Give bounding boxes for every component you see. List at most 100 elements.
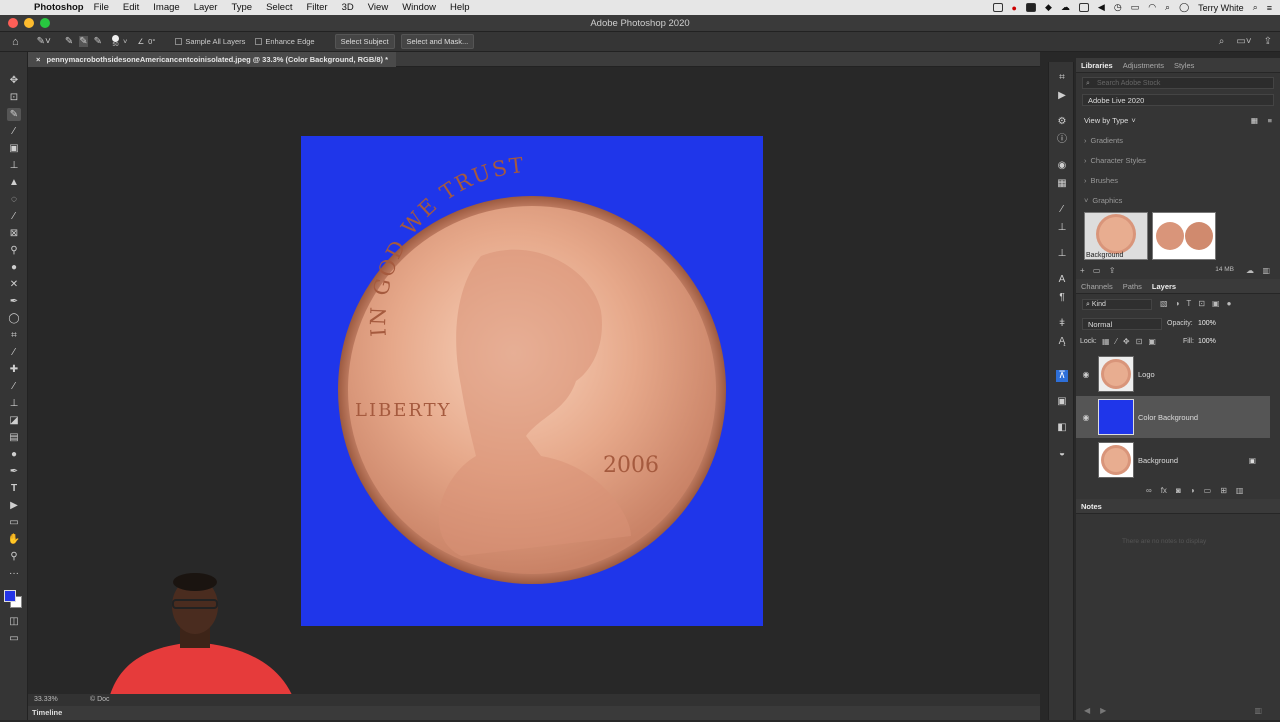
filter-pixel-icon[interactable]: ▧	[1160, 299, 1168, 308]
brushes-icon[interactable]: ⁄	[1056, 204, 1068, 216]
menu-app-name[interactable]: Photoshop	[34, 2, 84, 13]
tab-paths[interactable]: Paths	[1123, 282, 1142, 291]
camera-icon[interactable]	[1025, 3, 1036, 12]
fill-value[interactable]: 100%	[1198, 338, 1216, 345]
enhance-edge-checkbox[interactable]	[255, 38, 263, 45]
visibility-eye-icon[interactable]: ◉	[1076, 370, 1096, 379]
move-tool-icon[interactable]: ✥	[7, 74, 21, 87]
paint-brush-tool-icon[interactable]: ⁄	[7, 380, 21, 393]
ellipse-marquee-tool-icon[interactable]: ◌	[7, 193, 21, 206]
graphic-thumb-background[interactable]: Background	[1084, 212, 1148, 260]
layers-comp-icon[interactable]: ▣	[1056, 396, 1068, 408]
sample-all-layers-option[interactable]: Sample All Layers	[175, 37, 245, 46]
stock-search-input[interactable]: ⌕ Search Adobe Stock	[1082, 77, 1274, 89]
lock-artboard-icon[interactable]: ⊡	[1136, 337, 1143, 346]
link-layers-icon[interactable]: ∞	[1146, 486, 1152, 495]
dodge-tool-icon[interactable]: ●	[7, 448, 21, 461]
select-subject-button[interactable]: Select Subject	[334, 34, 395, 49]
enhance-edge-option[interactable]: Enhance Edge	[255, 37, 315, 46]
warp-tool-icon[interactable]: ✕	[7, 278, 21, 291]
rectangle-tool-icon[interactable]: ▭	[7, 516, 21, 529]
wifi-icon[interactable]: ◠	[1148, 2, 1156, 13]
eyedropper2-tool-icon[interactable]: ⁄	[7, 346, 21, 359]
lasso-tool-icon[interactable]: ◯	[7, 312, 21, 325]
layer-row-logo[interactable]: ◉ Logo	[1076, 353, 1270, 395]
search-icon[interactable]: ⌕	[1165, 2, 1170, 13]
artboard-tool-icon[interactable]: ⊡	[7, 91, 21, 104]
angle-input[interactable]: 0°	[148, 37, 155, 46]
home-icon[interactable]: ⌂	[12, 36, 19, 48]
adjustment-layer-icon[interactable]: ◑	[1190, 486, 1195, 495]
libraries-icon[interactable]: ⊼	[1056, 370, 1068, 382]
quick-mask-icon[interactable]: ◫	[7, 615, 21, 628]
filter-type-icon[interactable]: T	[1186, 299, 1191, 308]
quick-selection-tool-icon[interactable]: ✎˅	[37, 36, 51, 47]
menu-type[interactable]: Type	[231, 2, 252, 13]
brush-dropdown-icon[interactable]: ˅	[123, 37, 127, 46]
menu-select[interactable]: Select	[266, 2, 292, 13]
slice-tool-icon[interactable]: ⊠	[7, 227, 21, 240]
filter-smart-icon[interactable]: ▣	[1212, 299, 1220, 308]
lock-move-icon[interactable]: ✥	[1123, 337, 1130, 346]
sample-all-layers-checkbox[interactable]	[175, 38, 183, 45]
volume-icon[interactable]: ◀	[1098, 2, 1105, 13]
zoom-level[interactable]: 33.33%	[34, 696, 58, 703]
filter-adjustment-icon[interactable]: ◑	[1175, 299, 1180, 308]
grid-view-icon[interactable]: ▦	[1251, 116, 1258, 125]
group-brushes[interactable]: › Brushes	[1076, 170, 1280, 190]
workspace-icon[interactable]: ▭˅	[1236, 36, 1251, 47]
visibility-eye-icon[interactable]: ◉	[1076, 413, 1096, 422]
glyphs2-icon[interactable]: Ą	[1056, 336, 1068, 348]
next-note-icon[interactable]: ▶	[1100, 706, 1106, 715]
trash-icon[interactable]: ▥	[1262, 266, 1270, 275]
tab-styles[interactable]: Styles	[1174, 61, 1194, 70]
tab-adjustments[interactable]: Adjustments	[1123, 61, 1164, 70]
dropbox-icon[interactable]: ◆	[1045, 2, 1052, 13]
menu-layer[interactable]: Layer	[194, 2, 218, 13]
clone-source-icon[interactable]: ⊥	[1056, 248, 1068, 260]
menu-view[interactable]: View	[368, 2, 388, 13]
delete-layer-icon[interactable]: ▥	[1236, 486, 1244, 495]
spotlight-icon[interactable]: ⌕	[1253, 2, 1258, 13]
lock-transparent-icon[interactable]: ▦	[1102, 337, 1110, 346]
menu-file[interactable]: File	[94, 2, 109, 13]
group-graphics[interactable]: ˅ Graphics	[1076, 190, 1280, 210]
brush-tool-icon[interactable]: ⁄	[7, 210, 21, 223]
search-icon[interactable]: ⌕	[1219, 36, 1225, 47]
library-select[interactable]: Adobe Live 2020	[1082, 94, 1274, 106]
lock-all-icon[interactable]: ▣	[1148, 337, 1156, 346]
tab-layers[interactable]: Layers	[1152, 282, 1176, 291]
foreground-color-swatch[interactable]	[4, 590, 16, 602]
brush-size-picker[interactable]: 50	[112, 35, 120, 48]
blend-mode-select[interactable]: Normal	[1082, 318, 1162, 330]
character-icon[interactable]: A	[1056, 274, 1068, 286]
glyphs-icon[interactable]: ǂ	[1056, 318, 1068, 330]
opacity-value[interactable]: 100%	[1198, 320, 1216, 327]
select-and-mask-button[interactable]: Select and Mask...	[400, 34, 475, 49]
fx-icon[interactable]: fx	[1161, 486, 1167, 495]
screen-mode-icon[interactable]: ▭	[7, 632, 21, 645]
battery-icon[interactable]: ▭	[1131, 2, 1140, 13]
record-icon[interactable]: ●	[1012, 3, 1017, 13]
stamp-tool-icon[interactable]: ⊥	[7, 159, 21, 172]
group-character-styles[interactable]: › Character Styles	[1076, 150, 1280, 170]
frame-tool-icon[interactable]: ▣	[7, 142, 21, 155]
clone-stamp-tool-icon[interactable]: ⊥	[7, 397, 21, 410]
prev-note-icon[interactable]: ◀	[1084, 706, 1090, 715]
layer-name[interactable]: Logo	[1138, 370, 1155, 379]
cloud-icon[interactable]: ☁	[1246, 266, 1254, 275]
pen2-tool-icon[interactable]: ✒	[7, 465, 21, 478]
paths-icon[interactable]: ◒	[1056, 448, 1068, 460]
layer-row-background[interactable]: Background ▣	[1076, 439, 1270, 481]
tab-channels[interactable]: Channels	[1081, 282, 1113, 291]
close-document-icon[interactable]: ×	[36, 55, 40, 64]
crop-tool-icon[interactable]: ⌗	[7, 329, 21, 342]
pen-tool-icon[interactable]: ✒	[7, 295, 21, 308]
path-selection-tool-icon[interactable]: ▶	[7, 499, 21, 512]
timeline-panel-tab[interactable]: Timeline	[28, 706, 1040, 720]
doc-info[interactable]: © Doc	[90, 696, 110, 703]
list-icon[interactable]: ≡	[1267, 3, 1272, 13]
layer-row-color-background[interactable]: ◉ Color Background	[1076, 396, 1270, 438]
filter-shape-icon[interactable]: ⊡	[1198, 299, 1205, 308]
list-view-icon[interactable]: ≡	[1268, 116, 1272, 125]
